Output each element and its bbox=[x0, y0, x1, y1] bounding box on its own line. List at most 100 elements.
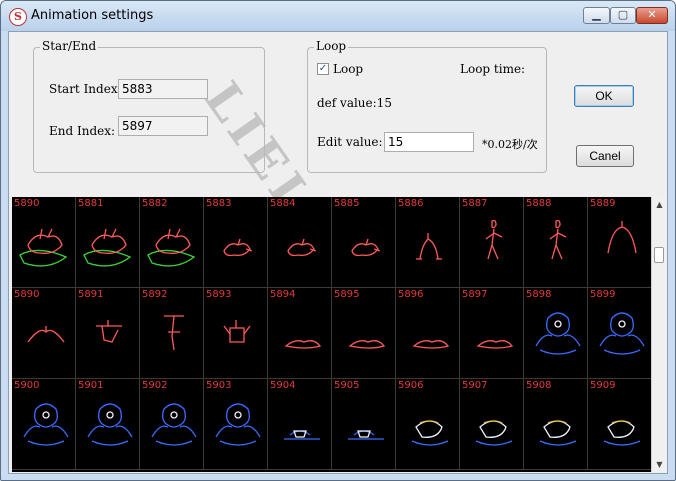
check-mark-icon: ✓ bbox=[318, 63, 328, 74]
frame-cell[interactable]: 5881 bbox=[76, 197, 140, 288]
window-title: Animation settings bbox=[31, 8, 154, 23]
frame-thumbnail-mixed bbox=[475, 420, 513, 446]
frame-label: 5890 bbox=[14, 198, 40, 209]
frame-label: 5900 bbox=[14, 380, 40, 391]
end-index-label: End Index: bbox=[49, 124, 116, 138]
frame-cell[interactable]: 5904 bbox=[268, 379, 332, 470]
frame-cell[interactable]: 5908 bbox=[524, 379, 588, 470]
frame-thumbnail-bow bbox=[27, 326, 65, 343]
frame-cell[interactable]: 5893 bbox=[204, 288, 268, 379]
frame-cell[interactable]: 5897 bbox=[460, 288, 524, 379]
loop-group-label: Loop bbox=[314, 39, 349, 53]
frame-thumbnail-crab bbox=[223, 320, 251, 343]
frame-label: 5905 bbox=[334, 380, 360, 391]
frame-label: 5901 bbox=[78, 380, 104, 391]
frame-cell[interactable]: 5890 bbox=[12, 288, 76, 379]
frame-thumbnail-flip bbox=[96, 320, 122, 343]
dialog-client-area: LIELASER Star/End Start Index: End Index… bbox=[8, 31, 668, 474]
frame-label: 5886 bbox=[398, 198, 424, 209]
frame-thumbnail-lying bbox=[284, 340, 322, 349]
minimize-button[interactable]: ▁ bbox=[583, 7, 610, 24]
frame-label: 5883 bbox=[206, 198, 232, 209]
frame-cell[interactable]: 5889 bbox=[588, 197, 652, 288]
animation-settings-window: S Animation settings ▁ ▢ ✕ LIELASER Star… bbox=[0, 0, 676, 481]
frame-label: 5891 bbox=[78, 289, 104, 300]
frame-cell[interactable]: 5901 bbox=[76, 379, 140, 470]
frame-label: 5882 bbox=[142, 198, 168, 209]
frame-thumbnail-rabbit-leaf bbox=[19, 228, 68, 267]
frame-cell[interactable]: 5907 bbox=[460, 379, 524, 470]
frame-cell[interactable]: 5895 bbox=[332, 288, 396, 379]
end-index-input[interactable] bbox=[118, 116, 208, 136]
frame-label: 5884 bbox=[270, 198, 296, 209]
frame-thumbnail-small-crouch bbox=[351, 238, 381, 257]
frame-cell[interactable]: 5887 bbox=[460, 197, 524, 288]
frame-thumbnail-small-crouch bbox=[223, 238, 253, 257]
frame-cell[interactable]: 5891 bbox=[76, 288, 140, 379]
frame-cell[interactable]: 5906 bbox=[396, 379, 460, 470]
def-value-text: def value:15 bbox=[317, 96, 392, 110]
frame-cell[interactable]: 5886 bbox=[396, 197, 460, 288]
maximize-button[interactable]: ▢ bbox=[610, 7, 636, 24]
scroll-down-arrow-icon[interactable]: ▼ bbox=[652, 457, 667, 472]
frame-cell[interactable]: 5884 bbox=[268, 197, 332, 288]
frame-label: 5903 bbox=[206, 380, 232, 391]
frame-thumbnail-small-crouch bbox=[287, 238, 317, 257]
frame-label: 5885 bbox=[334, 198, 360, 209]
frame-cell[interactable]: 5902 bbox=[140, 379, 204, 470]
frame-cell[interactable]: 5883 bbox=[204, 197, 268, 288]
frame-cell[interactable]: 5903 bbox=[204, 379, 268, 470]
frame-cell[interactable]: 5882 bbox=[140, 197, 204, 288]
minimize-icon: ▁ bbox=[592, 8, 601, 21]
frame-label: 5897 bbox=[462, 289, 488, 300]
frame-label: 5896 bbox=[398, 289, 424, 300]
frame-label: 5899 bbox=[590, 289, 616, 300]
frame-thumbnail-mixed bbox=[539, 420, 577, 446]
frame-thumbnail-handstand bbox=[164, 315, 184, 351]
close-icon: ✕ bbox=[647, 8, 657, 21]
frame-label: 5890 bbox=[14, 289, 40, 300]
frame-thumbnail-wreck bbox=[284, 430, 320, 440]
frame-cell[interactable]: 5899 bbox=[588, 288, 652, 379]
frame-label: 5906 bbox=[398, 380, 424, 391]
frame-label: 5888 bbox=[526, 198, 552, 209]
start-index-input[interactable] bbox=[118, 79, 208, 99]
close-button[interactable]: ✕ bbox=[636, 7, 668, 24]
frame-label: 5907 bbox=[462, 380, 488, 391]
star-end-group: Star/End Start Index: End Index: bbox=[33, 39, 265, 173]
scrollbar-thumb[interactable] bbox=[654, 247, 664, 263]
frame-thumbnail-standing bbox=[485, 219, 503, 260]
loop-group: Loop ✓ Loop Loop time: def value:15 Edit… bbox=[307, 39, 547, 173]
frame-label: 5904 bbox=[270, 380, 296, 391]
cancel-button[interactable]: Canel bbox=[576, 145, 634, 167]
frame-cell[interactable]: 5909 bbox=[588, 379, 652, 470]
frame-cell[interactable]: 5892 bbox=[140, 288, 204, 379]
frame-cell[interactable]: 5900 bbox=[12, 379, 76, 470]
vertical-scrollbar[interactable]: ▲ ▼ bbox=[651, 197, 667, 472]
edit-value-input[interactable] bbox=[384, 132, 474, 152]
frame-label: 5887 bbox=[462, 198, 488, 209]
maximize-icon: ▢ bbox=[617, 8, 629, 21]
frame-cell[interactable]: 5896 bbox=[396, 288, 460, 379]
frame-thumbnail-mixed bbox=[411, 420, 449, 446]
frame-cell[interactable]: 5905 bbox=[332, 379, 396, 470]
frame-thumbnail-kneel bbox=[416, 233, 442, 260]
frame-label: 5895 bbox=[334, 289, 360, 300]
frame-cell[interactable]: 5898 bbox=[524, 288, 588, 379]
frame-cell[interactable]: 5885 bbox=[332, 197, 396, 288]
frame-cell[interactable]: 5890 bbox=[12, 197, 76, 288]
scroll-up-arrow-icon[interactable]: ▲ bbox=[652, 197, 667, 212]
frame-cell[interactable]: 5888 bbox=[524, 197, 588, 288]
start-index-label: Start Index: bbox=[49, 82, 122, 96]
frame-grid[interactable]: 5890 5881 5882 5883 5884 5885 5886 5887 5888 5889… bbox=[12, 197, 667, 472]
ok-button[interactable]: OK bbox=[574, 85, 634, 107]
frame-cell[interactable]: 5894 bbox=[268, 288, 332, 379]
loop-time-label: Loop time: bbox=[460, 62, 526, 76]
loop-checkbox[interactable]: ✓ bbox=[317, 63, 329, 75]
title-bar[interactable]: S Animation settings ▁ ▢ ✕ bbox=[1, 1, 675, 31]
frame-label: 5892 bbox=[142, 289, 168, 300]
frame-label: 5909 bbox=[590, 380, 616, 391]
frame-thumbnail-ape bbox=[23, 403, 69, 446]
loop-unit-text: *0.02秒/次 bbox=[482, 138, 538, 151]
frame-thumbnail-arch bbox=[607, 221, 637, 254]
